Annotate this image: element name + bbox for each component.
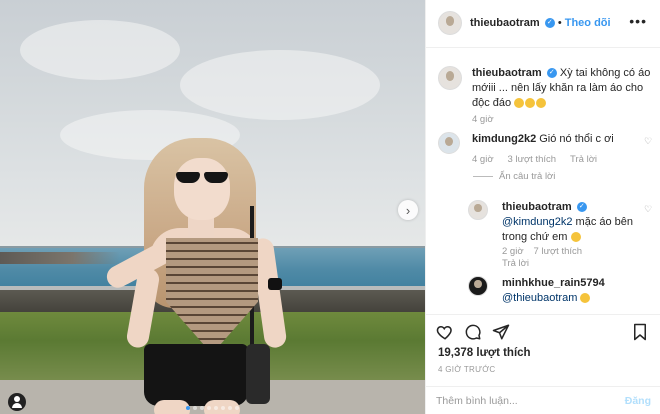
verified-icon: ✓ [576,202,587,213]
carousel-dots [186,406,239,410]
comment-reply-button[interactable]: Trả lời [570,154,597,165]
reply-heart-icon[interactable]: ♡ [644,204,652,215]
follow-button[interactable]: Theo dõi [565,17,611,29]
comment-username[interactable]: kimdung2k2 [472,133,536,145]
comment: kimdung2k2 Gió nó thổi c ơi [472,132,642,147]
reply-reply-button[interactable]: Trả lời [502,258,529,269]
reply-time[interactable]: 2 giờ [502,246,524,257]
reply-emoji [570,232,581,243]
more-options-icon[interactable]: ••• [629,13,647,29]
reply-emoji [580,293,591,304]
post-timestamp[interactable]: 4 GIỜ TRƯỚC [438,365,496,374]
post-photo[interactable]: › [0,0,425,414]
post-header: thieubaotram ✓ • Theo dõi ••• [426,0,660,48]
reply: minhkhue_rain5794 @thieubaotram [502,276,652,306]
reply: thieubaotram ✓ @kimdung2k2 mặc áo bên tr… [502,200,642,245]
comment-heart-icon[interactable]: ♡ [644,136,652,147]
add-comment-bar: Đăng [426,386,660,414]
comment-icon[interactable] [464,323,482,346]
reply-username[interactable]: thieubaotram [502,201,572,213]
author-avatar[interactable] [438,11,462,35]
caption-username[interactable]: thieubaotram [472,67,542,79]
reply-likes[interactable]: 7 lượt thích [534,246,583,257]
photo-subject [100,138,300,414]
caption-time[interactable]: 4 giờ [472,114,494,125]
reply-mention[interactable]: @kimdung2k2 [502,216,572,228]
comment-likes[interactable]: 3 lượt thích [508,154,557,165]
verified-icon: ✓ [544,18,555,29]
author-username[interactable]: thieubaotram [470,17,540,29]
caption: thieubaotram ✓ Xỳ tai không có áo mớiii … [472,66,652,111]
user-tag-icon[interactable] [8,393,26,411]
like-count[interactable]: 19,378 lượt thích [438,347,531,359]
verified-icon: ✓ [546,68,557,79]
comment-input[interactable] [436,393,606,409]
hide-replies-button[interactable]: Ẩn câu trả lời [473,171,555,182]
comment-text: Gió nó thổi c ơi [539,133,614,145]
comment-time[interactable]: 4 giờ [472,154,494,165]
caption-emoji [514,97,547,109]
caption-avatar[interactable] [438,66,462,90]
bookmark-icon[interactable] [632,323,648,346]
reply-mention[interactable]: @thieubaotram [502,292,577,304]
comment-list[interactable]: thieubaotram ✓ Xỳ tai không có áo mớiii … [426,48,660,314]
comment-avatar[interactable] [438,132,460,154]
post-comment-button[interactable]: Đăng [625,395,651,407]
share-icon[interactable] [492,323,510,346]
reply-avatar[interactable] [468,276,488,296]
heart-icon[interactable] [436,323,454,346]
post-side-panel: thieubaotram ✓ • Theo dõi ••• thieubaotr… [425,0,660,414]
reply-avatar[interactable] [468,200,488,220]
reply-username[interactable]: minhkhue_rain5794 [502,277,605,289]
chevron-right-icon[interactable]: › [398,200,418,220]
